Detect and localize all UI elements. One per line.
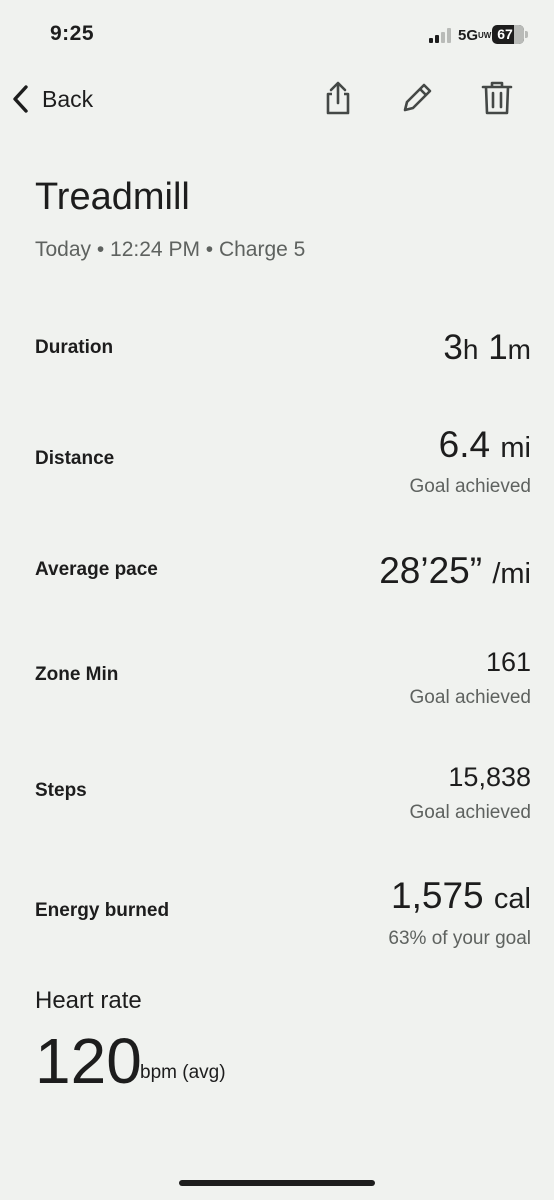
battery-icon: 67: [492, 25, 524, 44]
signal-icon: [429, 27, 455, 43]
share-icon[interactable]: [320, 80, 356, 116]
battery-level: 67: [497, 26, 513, 42]
network-indicator: 5GUW: [458, 27, 492, 44]
steps-label: Steps: [35, 780, 87, 801]
nav-bar: Back: [0, 74, 554, 124]
pace-value: 28’25” /mi: [379, 550, 531, 591]
energy-label: Energy burned: [35, 900, 170, 921]
steps-goal-status: Goal achieved: [409, 802, 531, 823]
distance-goal-status: Goal achieved: [409, 476, 531, 497]
duration-value: 3h 1m: [443, 328, 531, 367]
zone-min-value: 161: [485, 647, 531, 677]
page-title: Treadmill: [35, 176, 190, 218]
zone-min-label: Zone Min: [35, 664, 119, 685]
heart-rate-unit: bpm (avg): [140, 1062, 226, 1083]
energy-value: 1,575 cal: [391, 875, 531, 916]
workout-subtitle: Today • 12:24 PM • Charge 5: [35, 238, 306, 261]
home-indicator[interactable]: [179, 1180, 375, 1186]
trash-icon[interactable]: [479, 80, 515, 116]
distance-value: 6.4 mi: [438, 424, 531, 465]
energy-goal-progress: 63% of your goal: [388, 928, 531, 949]
chevron-left-icon: [13, 85, 28, 113]
back-label: Back: [42, 85, 94, 112]
duration-label: Duration: [35, 337, 114, 358]
status-bar: 9:25 5GUW 67: [0, 0, 554, 72]
pace-label: Average pace: [35, 559, 158, 580]
status-time: 9:25: [50, 22, 95, 45]
battery-tip: [525, 31, 528, 38]
steps-value: 15,838: [448, 762, 531, 792]
back-button[interactable]: Back: [10, 78, 93, 120]
distance-label: Distance: [35, 448, 115, 469]
zone-min-goal-status: Goal achieved: [409, 687, 531, 708]
heart-rate-value: 120: [35, 1025, 142, 1097]
edit-icon[interactable]: [399, 80, 435, 116]
heart-rate-label: Heart rate: [35, 987, 142, 1014]
